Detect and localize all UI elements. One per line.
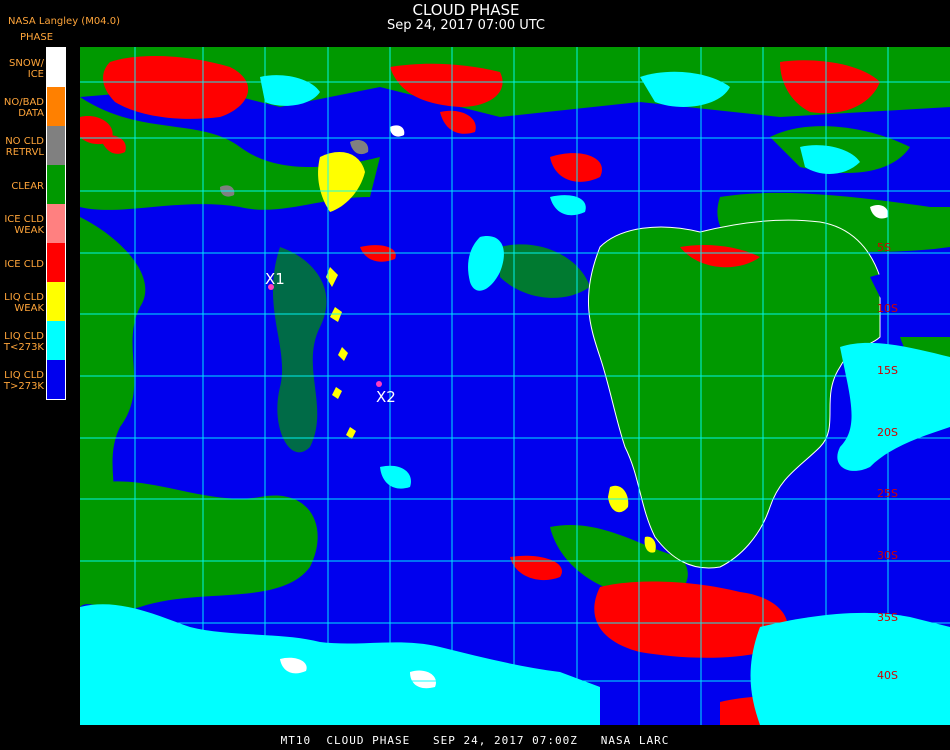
satellite-product-page: NASA Langley (M04.0) PHASE CLOUD PHASE S… bbox=[0, 0, 950, 750]
latitude-label: 20S bbox=[877, 426, 898, 439]
cloud-phase-map: 5S 10S 15S 20S 25S 30S 35S 40S X1 X2 bbox=[80, 47, 950, 725]
latitude-label: 40S bbox=[877, 669, 898, 682]
legend-color-bar bbox=[46, 47, 66, 400]
legend-swatch-ice-cld-weak bbox=[47, 204, 65, 243]
legend-title: PHASE bbox=[20, 32, 54, 43]
legend-label-no-cld-retrvl: NO CLD RETRVL bbox=[5, 136, 44, 158]
latitude-label: 15S bbox=[877, 364, 898, 377]
marker-x2-label: X2 bbox=[376, 388, 396, 406]
legend-label-snow-ice: SNOW/ ICE bbox=[9, 58, 44, 80]
org-label: NASA Langley (M04.0) bbox=[8, 16, 120, 27]
marker-x2-point bbox=[376, 381, 382, 387]
latitude-label: 35S bbox=[877, 611, 898, 624]
legend-swatch-clear bbox=[47, 165, 65, 204]
legend-swatch-no-bad-data bbox=[47, 87, 65, 126]
legend-label-no-bad-data: NO/BAD DATA bbox=[3, 97, 44, 119]
legend-swatch-no-cld-retrvl bbox=[47, 126, 65, 165]
legend-label-clear: CLEAR bbox=[11, 181, 44, 192]
legend-swatch-liq-cld-warm bbox=[47, 360, 65, 399]
latitude-label: 25S bbox=[877, 487, 898, 500]
marker-x1-label: X1 bbox=[265, 270, 285, 288]
legend-label-ice-cld-weak: ICE CLD WEAK bbox=[4, 214, 44, 236]
legend-swatch-liq-cld-weak bbox=[47, 282, 65, 321]
legend-label-ice-cld: ICE CLD bbox=[4, 259, 44, 270]
latitude-label: 10S bbox=[877, 302, 898, 315]
legend-label-liq-cld-warm: LIQ CLD T>273K bbox=[3, 370, 44, 392]
latitude-label: 5S bbox=[877, 241, 891, 254]
legend-label-liq-cld-weak: LIQ CLD WEAK bbox=[4, 292, 44, 314]
product-title: CLOUD PHASE bbox=[412, 1, 520, 19]
legend-swatch-ice-cld bbox=[47, 243, 65, 282]
footer-caption: MT10 CLOUD PHASE SEP 24, 2017 07:00Z NAS… bbox=[280, 734, 670, 747]
legend-swatch-liq-cld-cold bbox=[47, 321, 65, 360]
latitude-label: 30S bbox=[877, 549, 898, 562]
legend-swatch-snow-ice bbox=[47, 48, 65, 87]
map-canvas: 5S 10S 15S 20S 25S 30S 35S 40S X1 X2 bbox=[80, 47, 950, 725]
legend-label-liq-cld-cold: LIQ CLD T<273K bbox=[3, 331, 44, 353]
product-timestamp: Sep 24, 2017 07:00 UTC bbox=[386, 18, 546, 33]
